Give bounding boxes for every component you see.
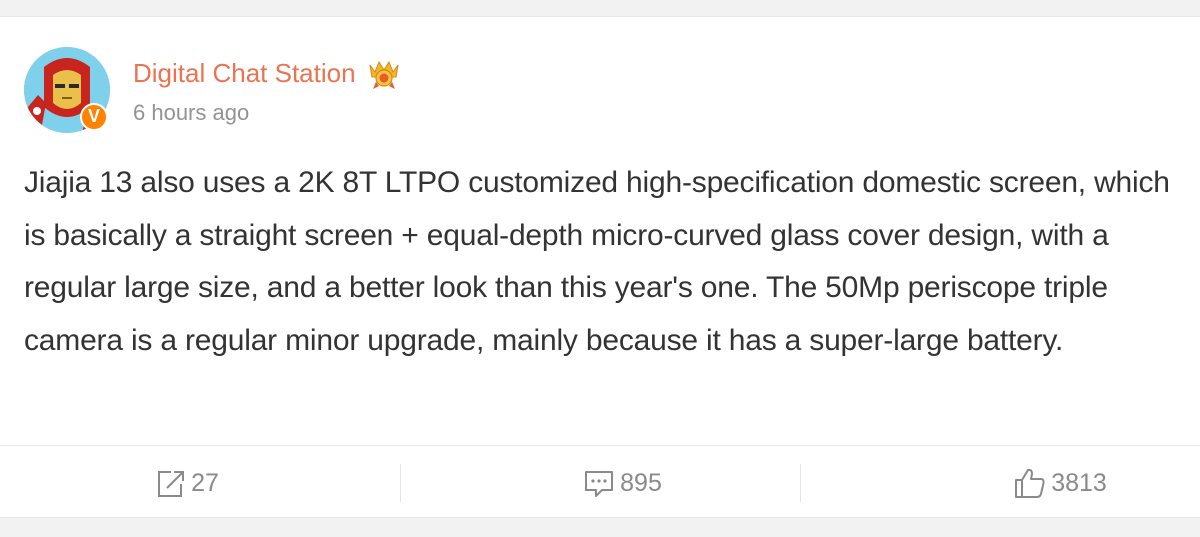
crown-badge-icon[interactable]	[364, 56, 404, 90]
repost-button[interactable]: 27	[0, 446, 400, 519]
post-card: V Digital Chat Station 6 hours ago Jiaji…	[0, 16, 1200, 518]
comment-icon	[585, 470, 614, 497]
like-count: 3813	[1051, 468, 1107, 497]
author-row: Digital Chat Station	[133, 55, 404, 91]
like-button[interactable]: 3813	[800, 446, 1200, 519]
comment-count: 895	[620, 468, 662, 497]
repost-count: 27	[191, 468, 219, 497]
action-bar: 27 895 3813	[0, 445, 1200, 519]
repost-icon	[158, 470, 185, 497]
avatar-container[interactable]: V	[24, 47, 110, 133]
post-text: Jiajia 13 also uses a 2K 8T LTPO customi…	[24, 166, 1170, 357]
thumbs-up-icon	[1015, 468, 1045, 498]
author-name[interactable]: Digital Chat Station	[133, 57, 356, 89]
verified-badge-icon: V	[80, 103, 108, 131]
post-timestamp: 6 hours ago	[133, 100, 250, 125]
comment-button[interactable]: 895	[400, 446, 800, 519]
